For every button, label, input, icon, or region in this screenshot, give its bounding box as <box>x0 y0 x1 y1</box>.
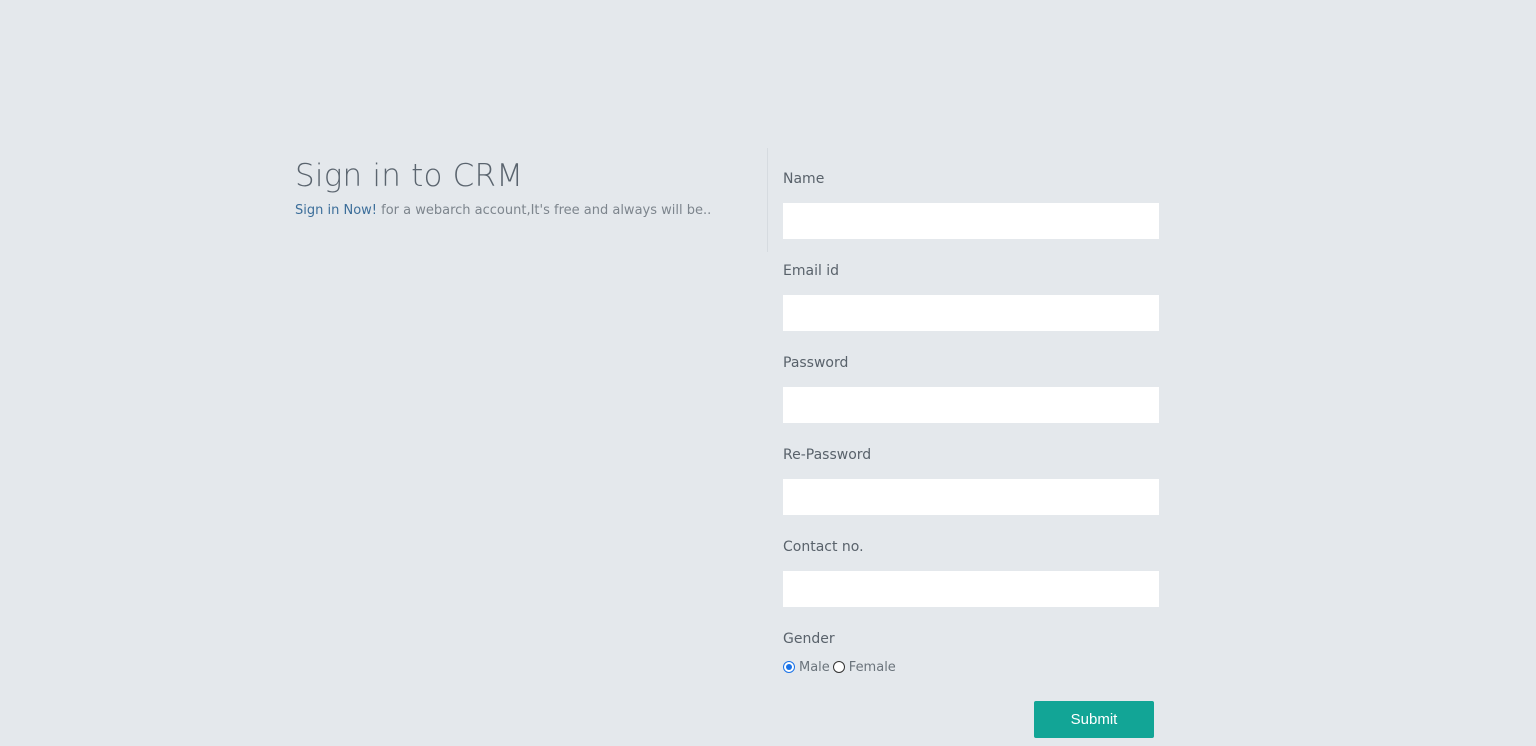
male-radio-label[interactable]: Male <box>799 660 830 675</box>
re-password-label: Re-Password <box>783 447 872 463</box>
sign-in-now-link[interactable]: Sign in Now! <box>295 203 377 218</box>
intro-panel: Sign in to CRM Sign in Now! for a webarc… <box>295 155 765 218</box>
signup-form: Name Email id Password Re-Password Conta… <box>783 168 1159 676</box>
re-password-input[interactable] <box>783 479 1159 515</box>
page-title: Sign in to CRM <box>295 158 524 194</box>
password-field-group: Password <box>783 352 1159 444</box>
subtitle-text: for a webarch account,It's free and alwa… <box>377 203 712 218</box>
page-subtitle: Sign in Now! for a webarch account,It's … <box>295 203 765 218</box>
gender-radio-group: Male Female <box>783 658 1159 676</box>
contact-label: Contact no. <box>783 539 864 555</box>
female-radio-label[interactable]: Female <box>849 660 896 675</box>
vertical-divider <box>767 148 768 252</box>
password-label: Password <box>783 355 849 371</box>
email-field-group: Email id <box>783 260 1159 352</box>
gender-field-group: Gender Male Female <box>783 628 1159 676</box>
female-radio[interactable] <box>832 661 845 673</box>
name-input[interactable] <box>783 203 1159 239</box>
contact-field-group: Contact no. <box>783 536 1159 628</box>
email-input[interactable] <box>783 295 1159 331</box>
re-password-field-group: Re-Password <box>783 444 1159 536</box>
name-field-group: Name <box>783 168 1159 260</box>
male-radio[interactable] <box>783 661 795 673</box>
password-input[interactable] <box>783 387 1159 423</box>
signup-page: Sign in to CRM Sign in Now! for a webarc… <box>0 0 1536 746</box>
contact-input[interactable] <box>783 571 1159 607</box>
name-label: Name <box>783 171 825 187</box>
gender-label: Gender <box>783 631 835 647</box>
submit-button[interactable]: Submit <box>1034 701 1154 738</box>
email-label: Email id <box>783 263 840 279</box>
